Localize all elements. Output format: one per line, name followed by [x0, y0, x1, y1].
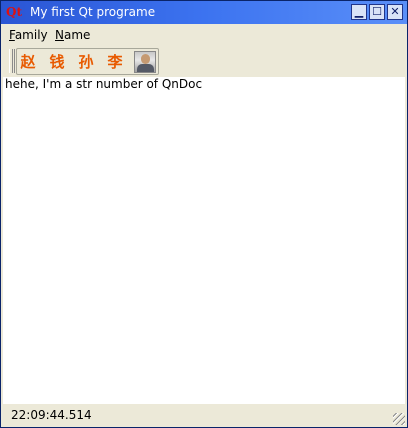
- document-text: hehe, I'm a str number of QnDoc: [5, 77, 203, 91]
- minimize-button[interactable]: ▁: [351, 4, 367, 20]
- title-bar[interactable]: Qt My first Qt programe ▁ ☐ ✕: [1, 1, 407, 24]
- close-icon: ✕: [390, 5, 400, 18]
- avatar-body: [137, 64, 154, 72]
- menu-family[interactable]: Family: [9, 27, 48, 43]
- menu-bar: Family Name: [1, 24, 407, 46]
- maximize-icon: ☐: [372, 5, 382, 18]
- toolbar-button-zhao[interactable]: 赵: [19, 53, 37, 71]
- person-photo-icon[interactable]: [134, 51, 156, 73]
- menu-name-label: ame: [63, 28, 91, 42]
- toolbar-drag-handle[interactable]: [9, 49, 15, 73]
- status-bar: 22:09:44.514: [1, 404, 407, 427]
- minimize-icon: ▁: [354, 5, 364, 18]
- toolbar-button-group: 赵 钱 孙 李: [16, 48, 159, 75]
- toolbar-button-qian[interactable]: 钱: [48, 53, 66, 71]
- qt-app-icon: Qt: [6, 5, 22, 19]
- main-window: Qt My first Qt programe ▁ ☐ ✕ Family Nam…: [0, 0, 408, 428]
- menu-name[interactable]: Name: [55, 27, 90, 43]
- resize-grip-icon[interactable]: [393, 413, 405, 425]
- toolbar-button-li[interactable]: 李: [106, 53, 124, 71]
- window-title: My first Qt programe: [30, 5, 156, 19]
- toolbar-button-sun[interactable]: 孙: [77, 53, 95, 71]
- close-button[interactable]: ✕: [387, 4, 403, 20]
- toolbar: 赵 钱 孙 李: [1, 46, 407, 77]
- menu-name-mnemonic: N: [55, 28, 64, 42]
- menu-family-label: amily: [14, 28, 48, 42]
- status-time: 22:09:44.514: [11, 408, 92, 422]
- avatar-head: [141, 54, 150, 64]
- maximize-button[interactable]: ☐: [369, 4, 385, 20]
- document-area[interactable]: hehe, I'm a str number of QnDoc: [3, 77, 405, 404]
